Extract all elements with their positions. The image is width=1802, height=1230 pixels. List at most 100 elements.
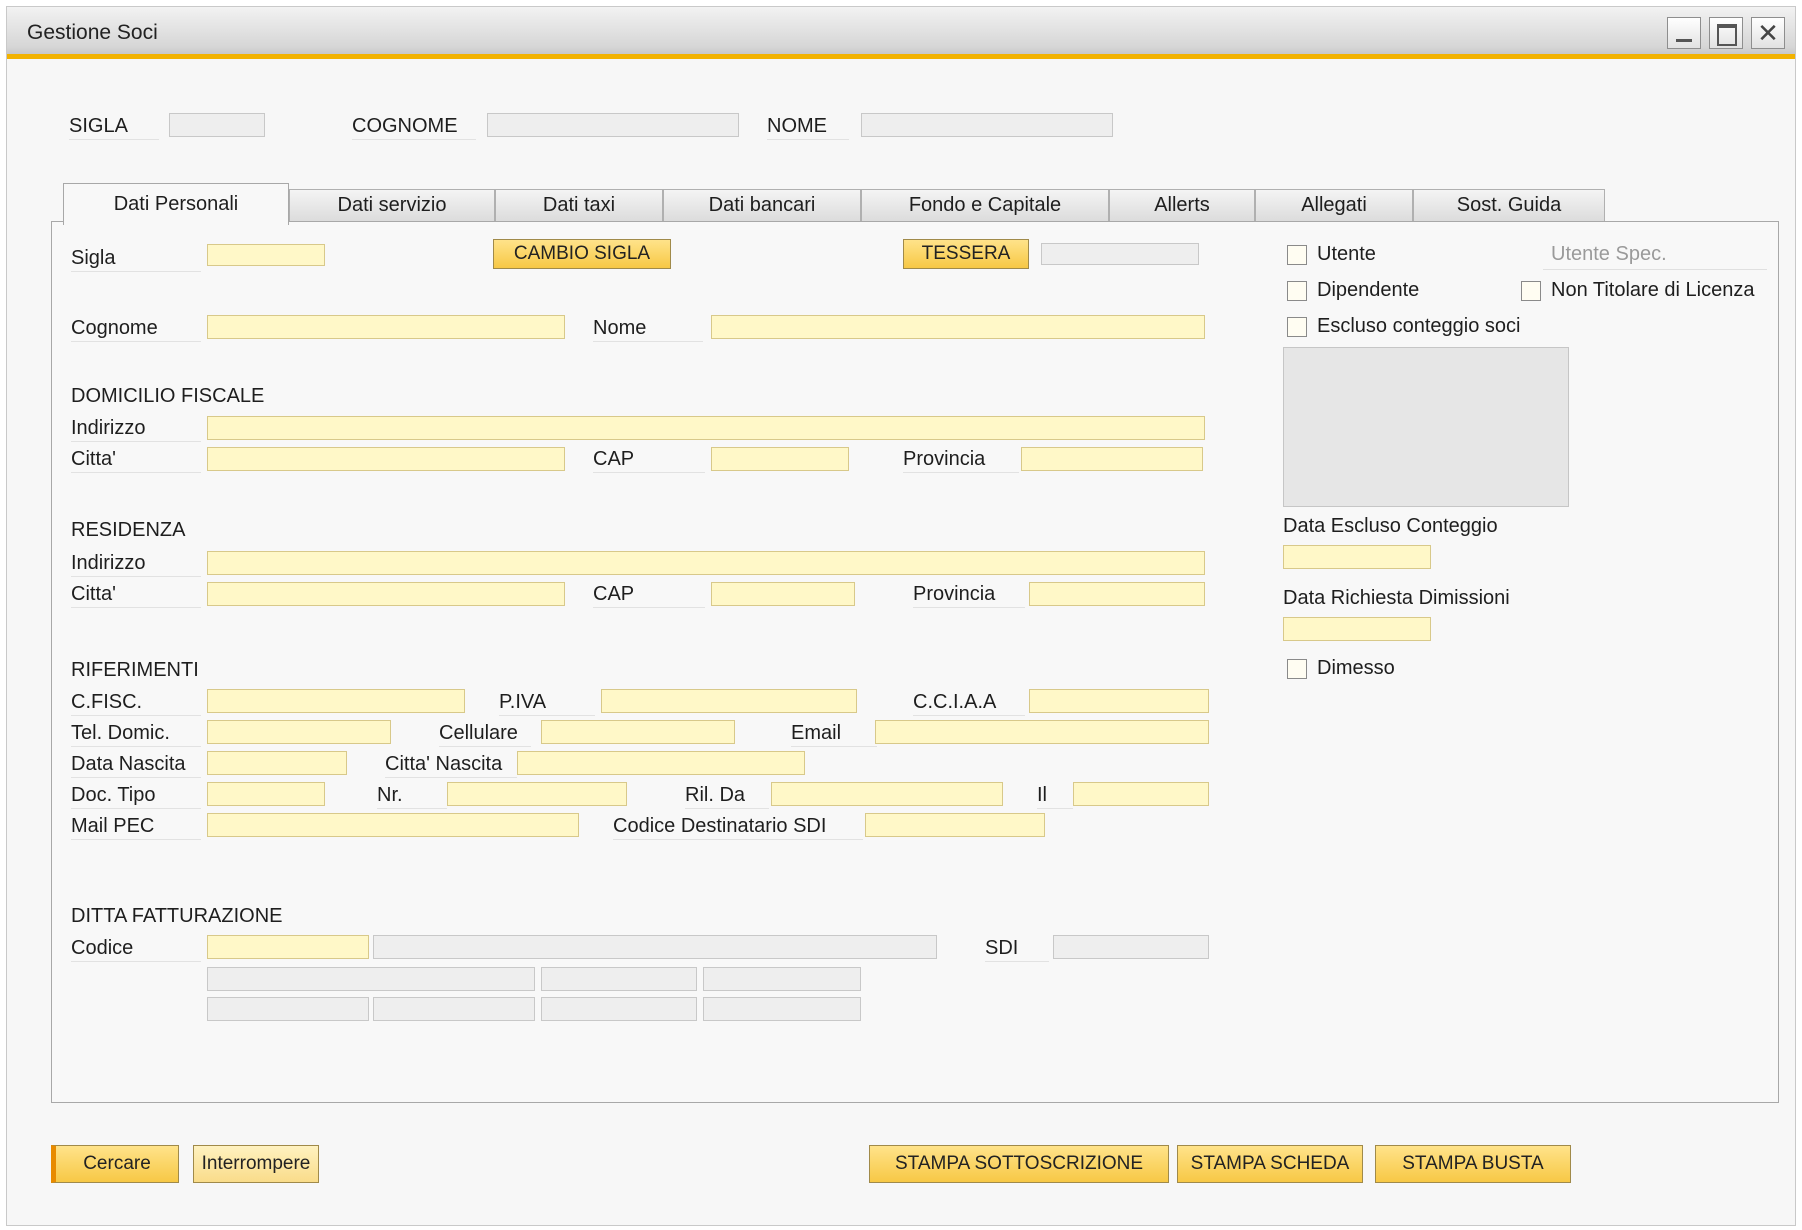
ril-da-input[interactable]	[771, 782, 1003, 806]
dimesso-checkbox[interactable]	[1287, 659, 1307, 679]
domicilio-cap-input[interactable]	[711, 447, 849, 471]
cellulare-label: Cellulare	[439, 722, 531, 747]
data-richiesta-dimissioni-input[interactable]	[1283, 617, 1431, 641]
tab-dati-taxi[interactable]: Dati taxi	[495, 189, 663, 221]
ditta-extra-1-input[interactable]	[207, 997, 369, 1021]
tab-allegati[interactable]: Allegati	[1255, 189, 1413, 221]
residenza-provincia-label: Provincia	[913, 583, 1025, 608]
email-input[interactable]	[875, 720, 1209, 744]
ditta-descrizione-input[interactable]	[373, 935, 937, 959]
residenza-indirizzo-label: Indirizzo	[71, 552, 201, 577]
header-cognome-label: COGNOME	[352, 115, 476, 140]
cciaa-input[interactable]	[1029, 689, 1209, 713]
codice-sdi-input[interactable]	[865, 813, 1045, 837]
nome-input[interactable]	[711, 315, 1205, 339]
data-nascita-label: Data Nascita	[71, 753, 201, 778]
citta-nascita-input[interactable]	[517, 751, 805, 775]
data-escluso-conteggio-input[interactable]	[1283, 545, 1431, 569]
sigla-label: Sigla	[71, 247, 201, 272]
cambio-sigla-button[interactable]: CAMBIO SIGLA	[493, 239, 671, 269]
riferimenti-heading: RIFERIMENTI	[71, 659, 199, 681]
dipendente-checkbox[interactable]	[1287, 281, 1307, 301]
residenza-provincia-input[interactable]	[1029, 582, 1205, 606]
email-label: Email	[791, 722, 877, 747]
ditta-sdi-input[interactable]	[1053, 935, 1209, 959]
tab-fondo-capitale[interactable]: Fondo e Capitale	[861, 189, 1109, 221]
tab-dati-bancari[interactable]: Dati bancari	[663, 189, 861, 221]
tel-domic-label: Tel. Domic.	[71, 722, 201, 747]
tab-allerts[interactable]: Allerts	[1109, 189, 1255, 221]
codice-sdi-label: Codice Destinatario SDI	[613, 815, 863, 840]
gestione-soci-window: Gestione Soci ✕ SIGLA COGNOME NOME Dati …	[6, 6, 1796, 1226]
stampa-scheda-button[interactable]: STAMPA SCHEDA	[1177, 1145, 1363, 1183]
utente-spec-underline	[1543, 269, 1767, 270]
stampa-sottoscrizione-button[interactable]: STAMPA SOTTOSCRIZIONE	[869, 1145, 1169, 1183]
residenza-indirizzo-input[interactable]	[207, 551, 1205, 575]
ditta-sdi-label: SDI	[985, 937, 1049, 962]
minimize-icon	[1676, 39, 1692, 42]
piva-label: P.IVA	[499, 691, 595, 716]
utente-spec-label: Utente Spec.	[1551, 243, 1667, 265]
il-input[interactable]	[1073, 782, 1209, 806]
cfisc-input[interactable]	[207, 689, 465, 713]
close-button[interactable]: ✕	[1751, 17, 1785, 49]
tab-dati-personali[interactable]: Dati Personali	[63, 183, 289, 225]
tessera-button[interactable]: TESSERA	[903, 239, 1029, 269]
utente-checkbox[interactable]	[1287, 245, 1307, 265]
cognome-input[interactable]	[207, 315, 565, 339]
residenza-citta-input[interactable]	[207, 582, 565, 606]
header-nome-input[interactable]	[861, 113, 1113, 137]
residenza-heading: RESIDENZA	[71, 519, 186, 541]
ril-da-label: Ril. Da	[685, 784, 769, 809]
doc-tipo-input[interactable]	[207, 782, 325, 806]
citta-nascita-label: Citta' Nascita	[385, 753, 517, 778]
domicilio-citta-label: Citta'	[71, 448, 201, 473]
stampa-busta-button[interactable]: STAMPA BUSTA	[1375, 1145, 1571, 1183]
non-titolare-checkbox[interactable]	[1521, 281, 1541, 301]
dimesso-label: Dimesso	[1317, 657, 1395, 679]
doc-nr-label: Nr.	[377, 784, 447, 809]
domicilio-indirizzo-input[interactable]	[207, 416, 1205, 440]
ditta-extra-3-input[interactable]	[541, 997, 697, 1021]
piva-input[interactable]	[601, 689, 857, 713]
ditta-codice-input[interactable]	[207, 935, 369, 959]
sigla-input[interactable]	[207, 244, 325, 266]
ditta-cap-input[interactable]	[541, 967, 697, 991]
title-bar: Gestione Soci ✕	[7, 7, 1795, 59]
cercare-button[interactable]: Cercare	[51, 1145, 179, 1183]
doc-nr-input[interactable]	[447, 782, 627, 806]
tel-domic-input[interactable]	[207, 720, 391, 744]
tab-dati-servizio[interactable]: Dati servizio	[289, 189, 495, 221]
residenza-cap-input[interactable]	[711, 582, 855, 606]
domicilio-provincia-input[interactable]	[1021, 447, 1203, 471]
window-title: Gestione Soci	[27, 21, 158, 44]
mail-pec-label: Mail PEC	[71, 815, 201, 840]
interrompere-button[interactable]: Interrompere	[193, 1145, 319, 1183]
tessera-input[interactable]	[1041, 243, 1199, 265]
ditta-indirizzo-input[interactable]	[207, 967, 535, 991]
data-richiesta-dimissioni-label: Data Richiesta Dimissioni	[1283, 587, 1510, 609]
data-nascita-input[interactable]	[207, 751, 347, 775]
maximize-button[interactable]	[1709, 17, 1743, 49]
tab-sost-guida[interactable]: Sost. Guida	[1413, 189, 1605, 221]
ditta-citta-input[interactable]	[703, 967, 861, 991]
header-nome-label: NOME	[767, 115, 849, 140]
cellulare-input[interactable]	[541, 720, 735, 744]
dipendente-label: Dipendente	[1317, 279, 1420, 301]
cognome-label: Cognome	[71, 317, 201, 342]
domicilio-citta-input[interactable]	[207, 447, 565, 471]
minimize-button[interactable]	[1667, 17, 1701, 49]
ditta-extra-2-input[interactable]	[373, 997, 535, 1021]
domicilio-cap-label: CAP	[593, 448, 705, 473]
header-sigla-input[interactable]	[169, 113, 265, 137]
domicilio-fiscale-heading: DOMICILIO FISCALE	[71, 385, 265, 407]
doc-tipo-label: Doc. Tipo	[71, 784, 201, 809]
utente-label: Utente	[1317, 243, 1376, 265]
photo-box[interactable]	[1283, 347, 1569, 507]
escluso-conteggio-checkbox[interactable]	[1287, 317, 1307, 337]
ditta-extra-4-input[interactable]	[703, 997, 861, 1021]
header-sigla-label: SIGLA	[69, 115, 159, 140]
header-cognome-input[interactable]	[487, 113, 739, 137]
maximize-icon	[1717, 24, 1737, 46]
mail-pec-input[interactable]	[207, 813, 579, 837]
